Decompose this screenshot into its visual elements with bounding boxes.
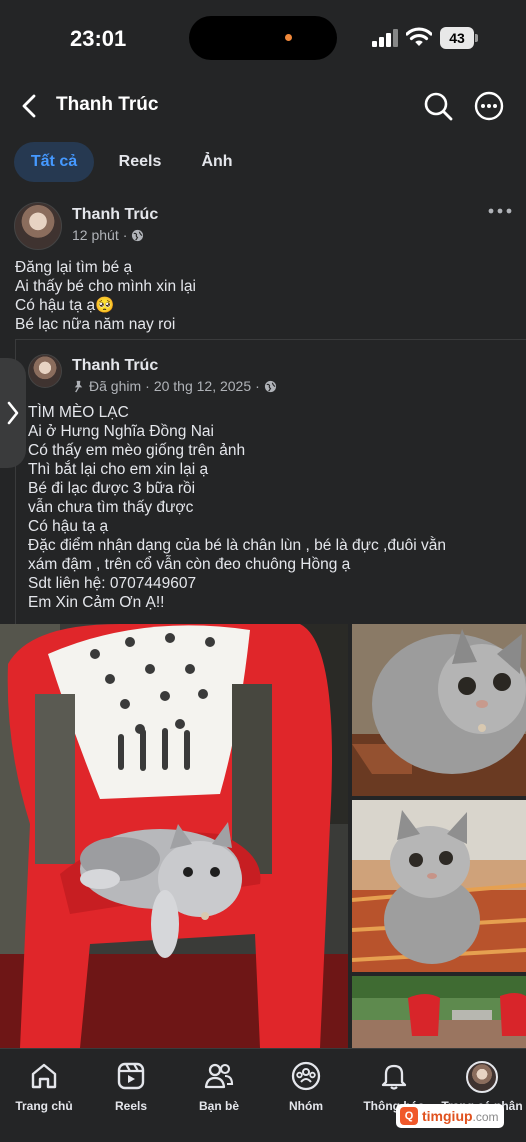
shared-post[interactable]: Thanh Trúc Đã ghim · 20 thg 12, 2025 · T…	[15, 339, 526, 629]
status-time: 23:01	[70, 26, 127, 51]
tab-reels[interactable]: Reels	[106, 142, 174, 182]
profile-header: Thanh Trúc	[0, 80, 526, 132]
post-author[interactable]: Thanh Trúc	[72, 206, 158, 224]
status-bar: 23:01 43	[0, 0, 526, 78]
watermark-logo: Q timgiup.com	[396, 1104, 504, 1128]
nav-home[interactable]: Trang chủ	[0, 1061, 88, 1121]
nav-friends-label: Bạn bè	[198, 1099, 239, 1113]
back-arrow-icon[interactable]	[16, 92, 42, 120]
wifi-icon	[406, 27, 432, 46]
cat-on-mat-image	[352, 800, 526, 972]
friends-icon	[204, 1063, 234, 1089]
nav-home-label: Trang chủ	[15, 1099, 73, 1113]
shared-post-author[interactable]: Thanh Trúc	[72, 357, 158, 375]
more-options-icon[interactable]	[473, 90, 505, 122]
post-text: Đăng lại tìm bé ạ Ai thấy bé cho mình xi…	[15, 259, 196, 333]
dynamic-island	[189, 16, 337, 60]
nav-groups[interactable]: Nhóm	[262, 1061, 350, 1121]
search-badge-icon: Q	[400, 1107, 418, 1125]
nav-groups-label: Nhóm	[289, 1099, 323, 1113]
author-avatar[interactable]	[14, 202, 62, 250]
shared-author-avatar[interactable]	[28, 354, 62, 388]
profile-tabs: Tất cả Reels Ảnh	[0, 140, 526, 186]
cellular-signal-icon	[372, 29, 402, 47]
shared-post-text: TÌM MÈO LẠC Ai ở Hưng Nghĩa Đồng Nai Có …	[28, 404, 446, 611]
home-icon	[31, 1063, 57, 1089]
pin-icon	[74, 380, 83, 392]
pinned-label: Đã ghim	[89, 378, 142, 394]
globe-icon	[132, 229, 144, 241]
battery-level: 43	[440, 27, 474, 49]
photo-grid	[0, 624, 526, 1048]
shared-post-date: 20 thg 12, 2025	[153, 378, 252, 394]
reels-icon	[117, 1062, 145, 1090]
photo-cat-closeup[interactable]	[352, 624, 526, 796]
post-meta: 12 phút ·	[72, 227, 144, 243]
shared-post-meta: Đã ghim · 20 thg 12, 2025 ·	[72, 378, 277, 394]
watermark-text: timgiup.com	[422, 1108, 499, 1124]
tab-photos[interactable]: Ảnh	[188, 142, 246, 182]
post-time: 12 phút	[72, 227, 119, 243]
search-icon[interactable]	[422, 90, 454, 122]
nav-reels[interactable]: Reels	[87, 1061, 175, 1121]
chevron-right-icon	[7, 401, 19, 425]
camera-dot	[285, 34, 292, 41]
nav-reels-label: Reels	[114, 1099, 148, 1113]
battery-icon: 43	[440, 27, 478, 49]
nav-friends[interactable]: Bạn bè	[175, 1061, 263, 1121]
page-title: Thanh Trúc	[56, 94, 159, 115]
cat-closeup-image	[352, 624, 526, 796]
red-chairs-image	[352, 976, 526, 1048]
side-swipe-handle[interactable]	[0, 358, 26, 468]
post-more-icon[interactable]	[487, 204, 513, 218]
photo-cat-on-mat[interactable]	[352, 800, 526, 972]
groups-icon	[291, 1061, 321, 1091]
photo-cat-on-chair[interactable]	[0, 624, 348, 1048]
bell-icon	[381, 1064, 407, 1090]
tab-all[interactable]: Tất cả	[14, 142, 94, 182]
photo-red-chairs[interactable]	[352, 976, 526, 1048]
cat-on-red-chair-image	[0, 624, 348, 1048]
profile-avatar	[466, 1061, 498, 1093]
globe-icon	[264, 380, 276, 392]
